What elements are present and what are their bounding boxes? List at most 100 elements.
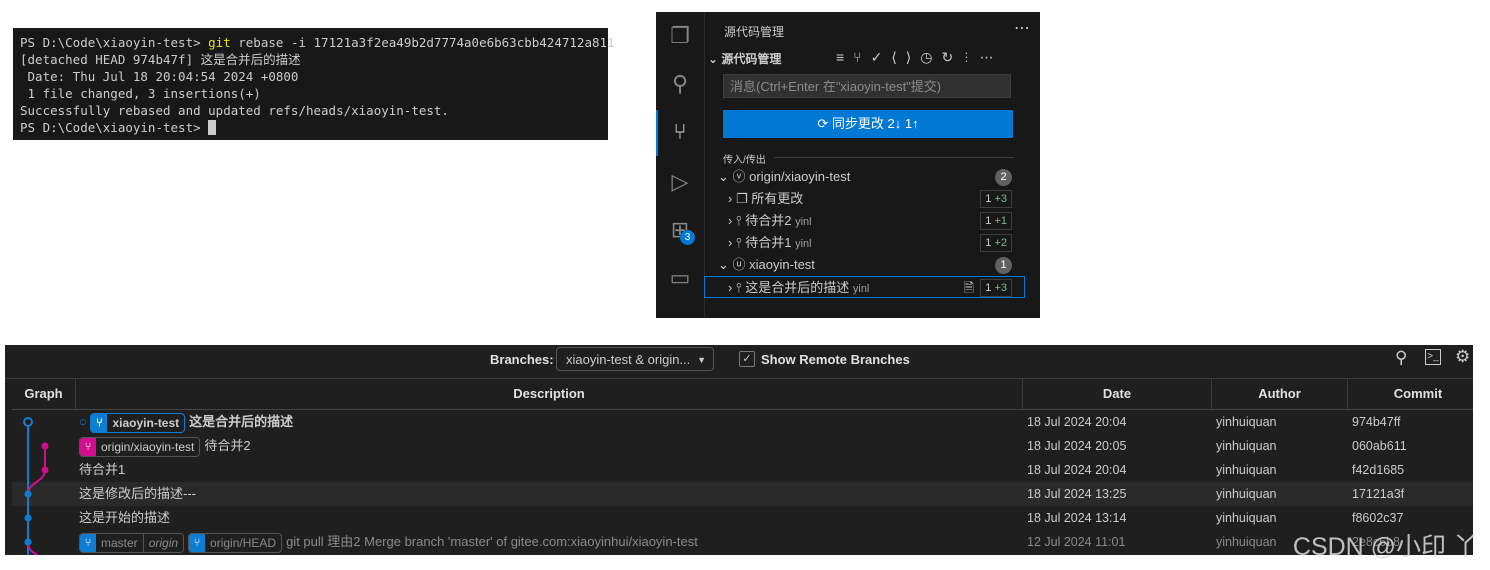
watermark: CSDN @小印 丫: [1292, 533, 1478, 561]
branch-label[interactable]: ⑂ origin/HEAD: [188, 532, 283, 553]
show-remote-checkbox[interactable]: ✓: [739, 351, 755, 367]
commit-node: [41, 442, 49, 450]
graph-icon[interactable]: ⑂: [853, 49, 870, 65]
table-row[interactable]: 这是修改后的描述--- 18 Jul 2024 13:25 yinhuiquan 17…: [12, 482, 1473, 506]
commit-message-input[interactable]: 消息(Ctrl+Enter 在"xiaoyin-test"提交): [723, 74, 1011, 98]
commit-icon: ⫯: [735, 213, 742, 228]
scm-toolbar: ≡⑂✓⟨⟩◷↻⫶⋯: [836, 49, 1003, 66]
head-indicator-icon: ○: [79, 414, 91, 429]
terminal-line: Successfully rebased and updated refs/he…: [20, 103, 449, 118]
change-stat: 1 +3: [980, 279, 1012, 297]
commit-icon: ⫯: [735, 235, 742, 250]
view-list-icon[interactable]: ≡: [836, 49, 853, 65]
remote-name: origin: [142, 533, 183, 552]
commit-node: [41, 466, 49, 474]
active-indicator: [656, 110, 658, 156]
run-debug-icon[interactable]: ▷: [666, 168, 694, 196]
branch-name: xiaoyin-test: [112, 415, 180, 430]
more-icon[interactable]: ⋯: [1014, 18, 1030, 38]
column-commit[interactable]: Commit: [1348, 379, 1473, 409]
refresh-icon[interactable]: ↻: [941, 49, 962, 65]
branch-name: master: [101, 535, 138, 550]
panel-title: 源代码管理: [724, 25, 785, 39]
commit-message: 待合并1: [79, 462, 126, 477]
diff-icon[interactable]: ⟨⟩: [891, 49, 920, 65]
explorer-icon[interactable]: ❐: [666, 22, 694, 50]
settings-gear-icon[interactable]: ⚙: [1455, 347, 1470, 367]
table-row[interactable]: 待合并1 18 Jul 2024 20:04 yinhuiquan f42d1685: [12, 458, 1473, 482]
git-graph-panel: Branches: xiaoyin-test & origin... ▼ ✓ Sh…: [5, 345, 1473, 555]
commit-message: 这是修改后的描述---: [79, 486, 196, 501]
table-row[interactable]: ⑂ master origin ⑂ origin/HEAD git pull 理由2 Me…: [12, 530, 1473, 554]
search-icon[interactable]: ⚲: [1395, 348, 1407, 368]
column-description[interactable]: Description: [76, 379, 1023, 409]
date-cell: 18 Jul 2024 20:04: [1027, 415, 1127, 429]
commit-table: ○ ⑂ xiaoyin-test 这是合并后的描述 18 Jul 2024 20:04…: [5, 410, 1473, 555]
list-item[interactable]: › ⫯ 待合并2 yinl 1 +1: [728, 210, 1012, 232]
terminal-panel[interactable]: PS D:\Code\xiaoyin-test> git rebase -i 1…: [13, 28, 615, 140]
column-author[interactable]: Author: [1212, 379, 1348, 409]
column-date[interactable]: Date: [1023, 379, 1212, 409]
list-item[interactable]: › ⫯ 待合并1 yinl 1 +2: [728, 232, 1012, 254]
history-icon[interactable]: ◷: [920, 49, 941, 65]
open-file-icon[interactable]: 🗎: [964, 277, 974, 299]
description-cell: ⑂ master origin ⑂ origin/HEAD git pull 理由2 Me…: [79, 530, 698, 554]
terminal-prompt[interactable]: PS D:\Code\xiaoyin-test>: [20, 119, 217, 136]
arrow-up-circle-icon: ⓤ: [732, 257, 746, 272]
search-icon[interactable]: ⚲: [666, 70, 694, 98]
branch-icon: ⑂: [91, 413, 108, 432]
branch-icon: ⑂: [80, 437, 96, 456]
list-item-selected[interactable]: › ⫯ 这是合并后的描述 yinl 🗎 1 +3: [704, 276, 1025, 298]
commit-check-icon[interactable]: ✓: [871, 49, 892, 65]
branches-label: Branches:: [490, 352, 554, 367]
commit-cell: f42d1685: [1352, 463, 1405, 477]
files-icon: ❐: [735, 191, 748, 206]
chevron-down-icon: ⌄: [708, 52, 722, 66]
remote-explorer-icon[interactable]: ▭: [666, 264, 694, 292]
commit-cell: 17121a3f: [1352, 487, 1405, 501]
commit-node: [24, 490, 32, 498]
terminal-line: Date: Thu Jul 18 20:04:54 2024 +0800: [20, 69, 299, 84]
divider: [774, 157, 1014, 158]
commit-cell: 060ab611: [1352, 439, 1407, 453]
date-cell: 18 Jul 2024 13:25: [1027, 487, 1127, 501]
show-remote-label: Show Remote Branches: [761, 352, 910, 367]
outgoing-count: 1: [995, 257, 1012, 274]
date-cell: 18 Jul 2024 20:04: [1027, 463, 1127, 477]
author-cell: yinhuiquan: [1216, 487, 1277, 501]
sync-changes-button[interactable]: ⟳ 同步更改 2↓ 1↑: [723, 110, 1013, 138]
branch-label[interactable]: ⑂ master origin: [79, 532, 185, 553]
date-cell: 12 Jul 2024 11:01: [1027, 535, 1126, 549]
dropdown-arrow-icon: ▼: [697, 355, 706, 365]
outgoing-group[interactable]: ⌄ ⓤ xiaoyin-test 1: [718, 254, 1014, 276]
activity-bar: ❐ ⚲ ⑂ ▷ ⊞ 3 ▭: [656, 12, 705, 318]
branch-icon[interactable]: ⫶: [962, 49, 979, 65]
author-cell: yinhuiquan: [1216, 415, 1277, 429]
section-header[interactable]: ⌄ 源代码管理: [708, 50, 781, 67]
source-control-icon[interactable]: ⑂: [666, 118, 694, 146]
table-row[interactable]: 这是开始的描述 18 Jul 2024 13:14 yinhuiquan f8602c…: [12, 506, 1473, 530]
commit-message: git pull 理由2 Merge branch 'master' of gi…: [286, 534, 698, 549]
table-row[interactable]: ⑂ origin/xiaoyin-test 待合并2 18 Jul 2024 20:0…: [12, 434, 1473, 458]
commit-icon: ⫯: [735, 280, 742, 295]
more-icon[interactable]: ⋯: [980, 49, 1003, 65]
branch-name: origin/xiaoyin-test: [101, 439, 195, 454]
change-stat: 1 +1: [980, 212, 1012, 230]
branches-dropdown[interactable]: xiaoyin-test & origin... ▼: [556, 347, 714, 371]
terminal-line: PS D:\Code\xiaoyin-test> git rebase -i 1…: [20, 35, 615, 50]
terminal-icon[interactable]: >_: [1425, 349, 1441, 365]
commit-message: 这是合并后的描述: [189, 414, 294, 429]
table-row[interactable]: ○ ⑂ xiaoyin-test 这是合并后的描述 18 Jul 2024 20:04…: [12, 410, 1473, 434]
terminal-line: [detached HEAD 974b47f] 这是合并后的描述: [20, 52, 301, 67]
commit-message: 待合并2: [204, 438, 251, 453]
source-control-window: ❐ ⚲ ⑂ ▷ ⊞ 3 ▭ 源代码管理 ⋯ ⌄ 源代码管理 ≡⑂✓⟨⟩◷↻⫶⋯ …: [656, 12, 1040, 318]
author-cell: yinhuiquan: [1216, 535, 1277, 549]
branch-label[interactable]: ⑂ origin/xiaoyin-test: [79, 436, 201, 457]
list-item[interactable]: › ❐ 所有更改 1 +3: [728, 188, 1012, 210]
incoming-group[interactable]: ⌄ ⓥ origin/xiaoyin-test 2: [718, 166, 1014, 188]
branch-icon: ⑂: [189, 533, 206, 552]
branch-name: origin/HEAD: [210, 535, 277, 550]
graph-lines: [23, 417, 49, 555]
branch-label[interactable]: ⑂ xiaoyin-test: [90, 412, 186, 433]
column-graph[interactable]: Graph: [12, 379, 76, 409]
